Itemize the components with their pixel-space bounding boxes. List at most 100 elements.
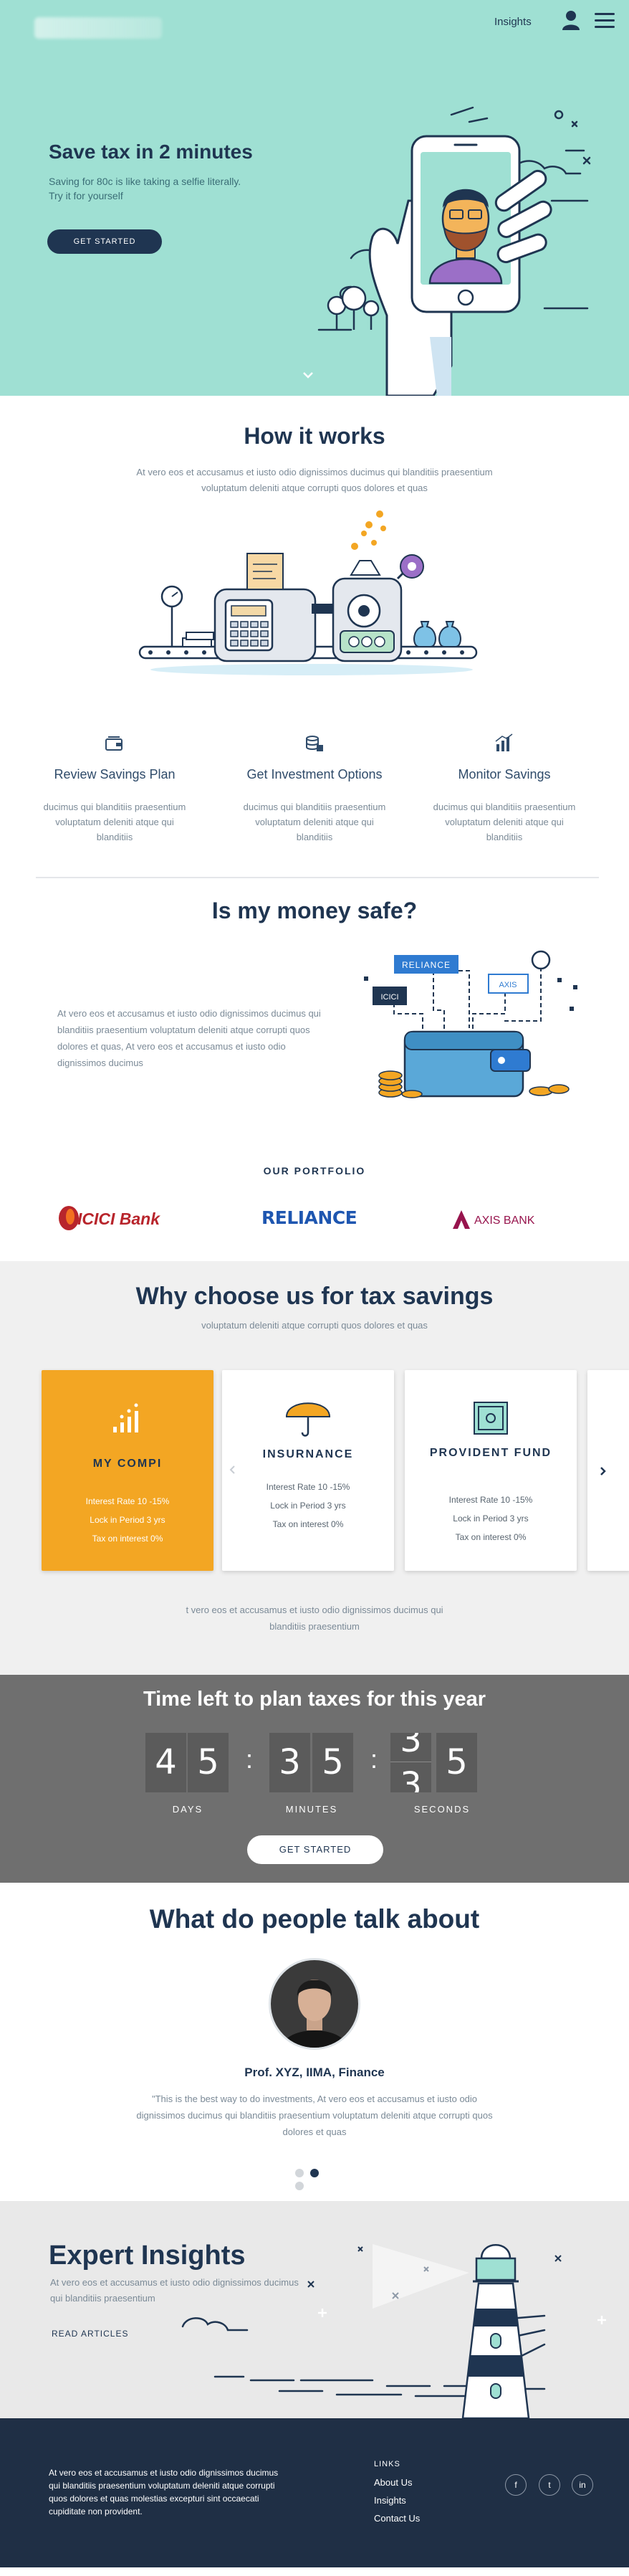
minutes-label: MINUTES bbox=[285, 1804, 338, 1815]
safe-title: Is my money safe? bbox=[211, 898, 418, 923]
how-it-works-section: How it works At vero eos et accusamus et… bbox=[0, 396, 629, 898]
carousel-dot[interactable] bbox=[295, 2169, 304, 2177]
card-title: INSURNANCE bbox=[262, 1448, 354, 1460]
why-choose-section: Why choose us for tax savings voluptatum… bbox=[0, 1261, 629, 1675]
footer-link-contact[interactable]: Contact Us bbox=[374, 2513, 420, 2524]
hero-section: Insights Save tax in 2 minutes Saving fo… bbox=[0, 0, 629, 396]
step-text: ducimus qui blanditiis praesentium volup… bbox=[433, 802, 576, 842]
expert-insights-section: Expert Insights At vero eos et accusamus… bbox=[0, 2201, 629, 2418]
step-monitor-savings: Monitor Savings ducimus qui blanditiis p… bbox=[418, 733, 590, 845]
footer-text: At vero eos et accusamus et iusto odio d… bbox=[49, 2468, 279, 2516]
card-interest-rate: Interest Rate 10 -15% bbox=[266, 1482, 350, 1492]
investment-machine-illustration bbox=[138, 510, 478, 675]
footer-link-about[interactable]: About Us bbox=[374, 2477, 412, 2488]
instagram-icon[interactable]: in bbox=[572, 2474, 593, 2496]
tag-reliance: RELIANCE bbox=[402, 960, 451, 970]
card-title: PROVIDENT FUND bbox=[429, 1447, 552, 1459]
avatar bbox=[269, 1958, 360, 2050]
top-nav: Insights bbox=[0, 0, 629, 44]
lighthouse-illustration bbox=[181, 2244, 606, 2418]
safe-locker-icon bbox=[474, 1402, 508, 1435]
axis-logo-text: AXIS BANK bbox=[474, 1215, 535, 1227]
reliance-logo[interactable]: RELIANCE bbox=[261, 1207, 357, 1228]
seconds-digit-1-flipping: 3 3 bbox=[390, 1733, 431, 1792]
icici-bank-logo[interactable]: ICICI Bank bbox=[56, 1204, 178, 1232]
nav-link-insights[interactable]: Insights bbox=[494, 16, 532, 28]
read-articles-link[interactable]: READ ARTICLES bbox=[52, 2329, 128, 2339]
person-photo bbox=[271, 1960, 358, 2048]
card-insurance[interactable]: INSURNANCE Interest Rate 10 -15% Lock in… bbox=[222, 1370, 394, 1571]
wallet-icon bbox=[105, 736, 123, 751]
carousel-dots bbox=[295, 2168, 338, 2190]
card-next-partial[interactable] bbox=[587, 1370, 629, 1571]
testimonial-quote: "This is the best way to do investments,… bbox=[136, 2093, 493, 2137]
countdown-get-started-button[interactable]: GET STARTED bbox=[247, 1835, 383, 1864]
hero-subtitle: Saving for 80c is like taking a selfie l… bbox=[49, 176, 241, 201]
card-interest-rate: Interest Rate 10 -15% bbox=[448, 1495, 533, 1505]
selfie-hand-illustration bbox=[317, 106, 591, 396]
countdown-colon: : bbox=[246, 1744, 254, 1774]
footer-link-insights[interactable]: Insights bbox=[374, 2495, 406, 2506]
card-tax: Tax on interest 0% bbox=[92, 1534, 163, 1544]
umbrella-icon bbox=[285, 1402, 331, 1437]
testimonial-title: What do people talk about bbox=[149, 1904, 480, 1934]
card-provident-fund[interactable]: PROVIDENT FUND Interest Rate 10 -15% Loc… bbox=[405, 1370, 577, 1571]
carousel-prev-icon[interactable] bbox=[228, 1465, 238, 1475]
section-divider bbox=[36, 877, 599, 878]
flip-top: 3 bbox=[390, 1733, 431, 1762]
card-tax: Tax on interest 0% bbox=[455, 1532, 527, 1542]
card-my-compi[interactable]: MY COMPI Interest Rate 10 -15% Lock in P… bbox=[42, 1370, 213, 1571]
step-text: ducimus qui blanditiis praesentium volup… bbox=[43, 802, 186, 842]
step-investment-options: Get Investment Options ducimus qui bland… bbox=[229, 733, 400, 845]
countdown-section: Time left to plan taxes for this year 4 … bbox=[0, 1675, 629, 1883]
wallet-banks-illustration: RELIANCE ICICI AXIS bbox=[364, 950, 577, 1098]
how-text: At vero eos et accusamus et iusto odio d… bbox=[136, 467, 493, 493]
facebook-icon[interactable]: f bbox=[505, 2474, 527, 2496]
footer: At vero eos et accusamus et iusto odio d… bbox=[0, 2418, 629, 2567]
footer-links-title: LINKS bbox=[374, 2460, 400, 2468]
axis-bank-logo[interactable]: AXIS BANK bbox=[450, 1206, 557, 1232]
step-text: ducimus qui blanditiis praesentium volup… bbox=[243, 802, 386, 842]
step-title: Review Savings Plan bbox=[54, 767, 176, 781]
insights-title: Expert Insights bbox=[49, 2240, 246, 2271]
carousel-next-icon[interactable] bbox=[597, 1466, 608, 1476]
coins-stack-icon bbox=[306, 736, 323, 751]
safe-text: At vero eos et accusamus et iusto odio d… bbox=[57, 1008, 321, 1068]
countdown-title: Time left to plan taxes for this year bbox=[143, 1688, 486, 1711]
card-interest-rate: Interest Rate 10 -15% bbox=[85, 1496, 170, 1506]
step-title: Get Investment Options bbox=[246, 767, 383, 781]
countdown-colon: : bbox=[370, 1744, 378, 1774]
hero-get-started-button[interactable]: GET STARTED bbox=[47, 229, 162, 254]
user-icon[interactable] bbox=[562, 10, 580, 30]
carousel-dot-active[interactable] bbox=[310, 2169, 319, 2177]
portfolio-label: OUR PORTFOLIO bbox=[263, 1165, 366, 1177]
seconds-digit-2: 5 bbox=[436, 1733, 477, 1792]
icici-logo-text: ICICI Bank bbox=[77, 1209, 160, 1228]
twitter-icon[interactable]: t bbox=[539, 2474, 560, 2496]
why-title: Why choose us for tax savings bbox=[135, 1283, 494, 1310]
carousel-dot[interactable] bbox=[295, 2182, 304, 2190]
card-tax: Tax on interest 0% bbox=[272, 1519, 344, 1529]
testimonial-section: What do people talk about Prof. XYZ, IIM… bbox=[0, 1883, 629, 2201]
signal-bars-icon bbox=[113, 1403, 138, 1432]
step-title: Monitor Savings bbox=[458, 767, 551, 781]
days-digit-2: 5 bbox=[188, 1733, 229, 1792]
why-text: t vero eos et accusamus et iusto odio di… bbox=[186, 1605, 443, 1632]
insights-text: At vero eos et accusamus et iusto odio d… bbox=[50, 2277, 299, 2304]
how-title: How it works bbox=[244, 423, 385, 449]
card-lock-in: Lock in Period 3 yrs bbox=[453, 1513, 529, 1524]
card-lock-in: Lock in Period 3 yrs bbox=[270, 1501, 346, 1511]
minutes-digit-2: 5 bbox=[312, 1733, 353, 1792]
bar-chart-icon bbox=[495, 733, 513, 751]
days-digit-1: 4 bbox=[145, 1733, 186, 1792]
brand-logo[interactable] bbox=[34, 17, 162, 39]
tag-axis: AXIS bbox=[499, 981, 517, 989]
days-label: DAYS bbox=[172, 1804, 203, 1815]
hamburger-menu-icon[interactable] bbox=[595, 13, 615, 29]
scroll-down-chevron-icon[interactable] bbox=[301, 370, 315, 380]
hero-title: Save tax in 2 minutes bbox=[49, 141, 253, 163]
minutes-digit-1: 3 bbox=[269, 1733, 310, 1792]
card-title: MY COMPI bbox=[92, 1458, 163, 1470]
seconds-label: SECONDS bbox=[413, 1804, 471, 1815]
step-review-savings: Review Savings Plan ducimus qui blanditi… bbox=[29, 733, 201, 845]
